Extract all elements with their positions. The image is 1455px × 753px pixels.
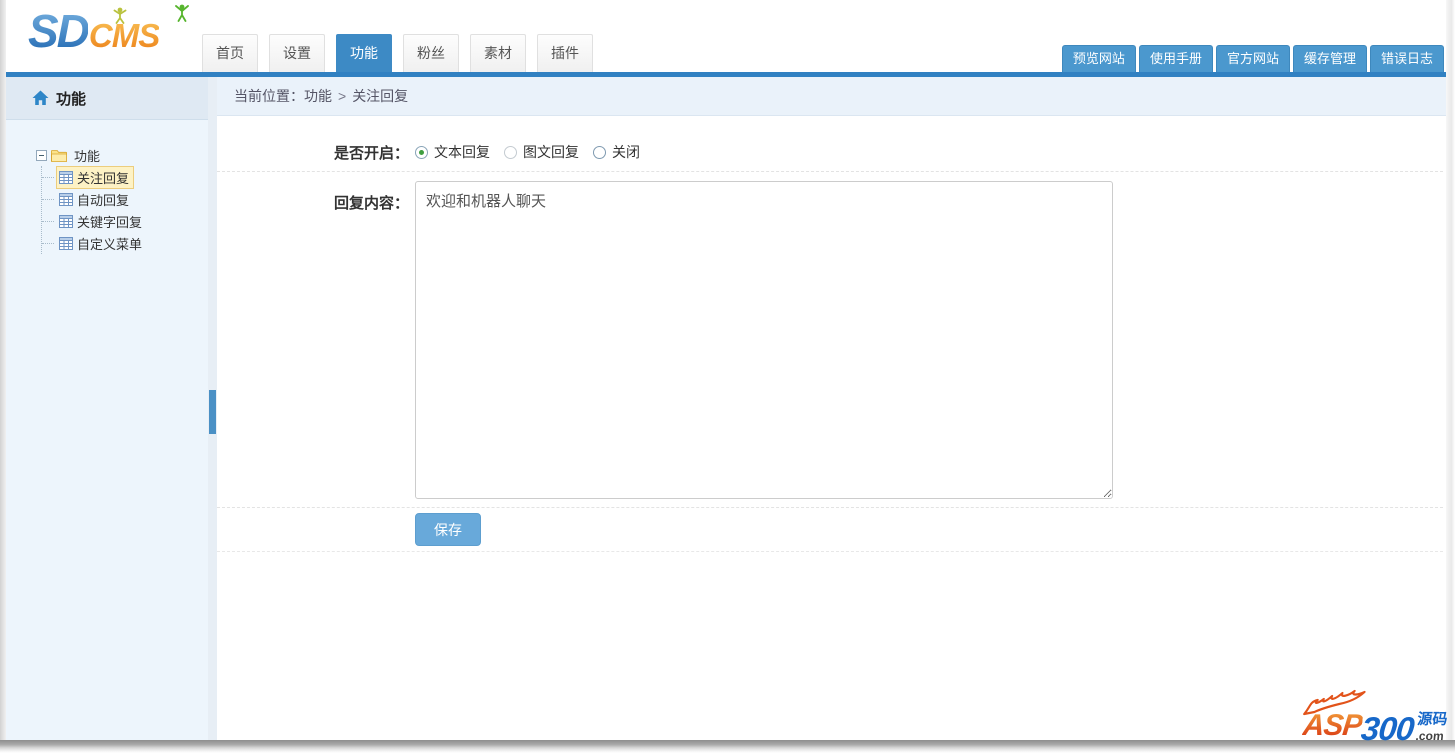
header: SDCMS 首页 设置 功能 粉丝 素材 插件 预览网站 使用手册 官方网站 缓… (0, 0, 1455, 72)
table-icon (59, 236, 73, 250)
quicklink-cache-management[interactable]: 缓存管理 (1292, 45, 1367, 72)
radio-icon[interactable] (593, 145, 606, 159)
sdcms-admin-page: SDCMS 首页 设置 功能 粉丝 素材 插件 预览网站 使用手册 官方网站 缓… (0, 0, 1455, 753)
quicklink-error-log[interactable]: 错误日志 (1369, 45, 1444, 72)
radio-text-reply[interactable]: 文本回复 (415, 142, 490, 162)
main-area: 功能 功能 关注回复 自动回复 关键字回复 自定义菜单 当前位置：功能 > 关注… (0, 77, 1455, 740)
home-icon (32, 90, 49, 105)
tab-functions[interactable]: 功能 (336, 34, 392, 72)
reply-content-row: 回复内容： 欢迎和机器人聊天 (217, 172, 1443, 508)
tree-item-label: 关注回复 (77, 170, 130, 186)
watermark-com-text: .com (1415, 729, 1445, 743)
page-right-shadow (1446, 0, 1455, 740)
sdcms-logo: SDCMS (28, 4, 189, 58)
watermark-300-text: 300 (1359, 709, 1416, 747)
tree-item-custom-menu[interactable]: 自定义菜单 (42, 232, 208, 254)
tree-item-label: 自定义菜单 (77, 236, 143, 252)
tab-plugins[interactable]: 插件 (537, 34, 593, 72)
reply-content-label: 回复内容： (333, 195, 409, 212)
quicklink-manual[interactable]: 使用手册 (1138, 45, 1213, 72)
sidebar-splitter (208, 77, 217, 740)
enable-radio-group: 文本回复 图文回复 关闭 (415, 142, 654, 162)
tab-home[interactable]: 首页 (202, 34, 258, 72)
sidebar-header: 功能 (6, 77, 208, 120)
sidebar-title: 功能 (56, 90, 87, 108)
tree-item-follow-reply[interactable]: 关注回复 (42, 165, 208, 189)
sidebar-tree: 功能 关注回复 自动回复 关键字回复 自定义菜单 (6, 120, 208, 740)
table-icon (59, 192, 73, 206)
tree-item-auto-reply[interactable]: 自动回复 (42, 188, 208, 210)
stick-figure-icon (175, 4, 189, 22)
breadcrumb-item-functions: 功能 (304, 88, 332, 104)
breadcrumb-separator: > (338, 88, 347, 104)
tree-root-functions[interactable]: 功能 (36, 144, 208, 166)
asp300-watermark: ASP 300 源码 .com (1301, 689, 1449, 747)
breadcrumb-item-follow-reply: 关注回复 (352, 88, 409, 104)
quick-links: 预览网站 使用手册 官方网站 缓存管理 错误日志 (1061, 45, 1444, 72)
table-icon (59, 214, 73, 228)
save-button[interactable]: 保存 (415, 513, 481, 546)
content-panel: 当前位置：功能 > 关注回复 是否开启： 文本回复 图文回复 关闭 回复内容： … (217, 77, 1455, 740)
table-icon (59, 170, 73, 184)
radio-image-text-reply[interactable]: 图文回复 (504, 142, 579, 162)
stick-figure-icon (113, 7, 127, 24)
follow-reply-form: 是否开启： 文本回复 图文回复 关闭 回复内容： 欢迎和机器人聊天 保存 (217, 116, 1455, 552)
radio-off[interactable]: 关闭 (593, 142, 640, 162)
tab-fans[interactable]: 粉丝 (403, 34, 459, 72)
watermark-yuanma-text: 源码 (1416, 711, 1449, 728)
radio-icon[interactable] (415, 145, 428, 159)
logo-sd-text: SD (28, 5, 90, 57)
breadcrumb-prefix: 当前位置： (234, 88, 304, 104)
radio-icon[interactable] (504, 145, 517, 159)
tree-root-label: 功能 (74, 148, 101, 164)
tab-material[interactable]: 素材 (470, 34, 526, 72)
breadcrumb: 当前位置：功能 > 关注回复 (217, 77, 1455, 116)
tree-item-label: 关键字回复 (77, 214, 143, 230)
save-row: 保存 (217, 508, 1443, 552)
minus-expander-icon[interactable] (36, 149, 47, 161)
page-bottom-shadow (0, 740, 1455, 753)
quicklink-preview-site[interactable]: 预览网站 (1061, 45, 1136, 72)
enable-row: 是否开启： 文本回复 图文回复 关闭 (217, 135, 1443, 172)
tab-settings[interactable]: 设置 (269, 34, 325, 72)
quicklink-official-site[interactable]: 官方网站 (1215, 45, 1290, 72)
main-nav: 首页 设置 功能 粉丝 素材 插件 (202, 34, 604, 72)
sidebar: 功能 功能 关注回复 自动回复 关键字回复 自定义菜单 (6, 77, 208, 740)
tree-item-keyword-reply[interactable]: 关键字回复 (42, 210, 208, 232)
flame-icon (1303, 689, 1366, 716)
reply-content-textarea[interactable]: 欢迎和机器人聊天 (415, 181, 1113, 499)
page-left-shadow (0, 0, 6, 740)
tree-item-label: 自动回复 (77, 192, 130, 208)
folder-icon (51, 149, 67, 162)
enable-label: 是否开启： (333, 144, 409, 162)
splitter-drag-handle[interactable] (209, 390, 216, 434)
